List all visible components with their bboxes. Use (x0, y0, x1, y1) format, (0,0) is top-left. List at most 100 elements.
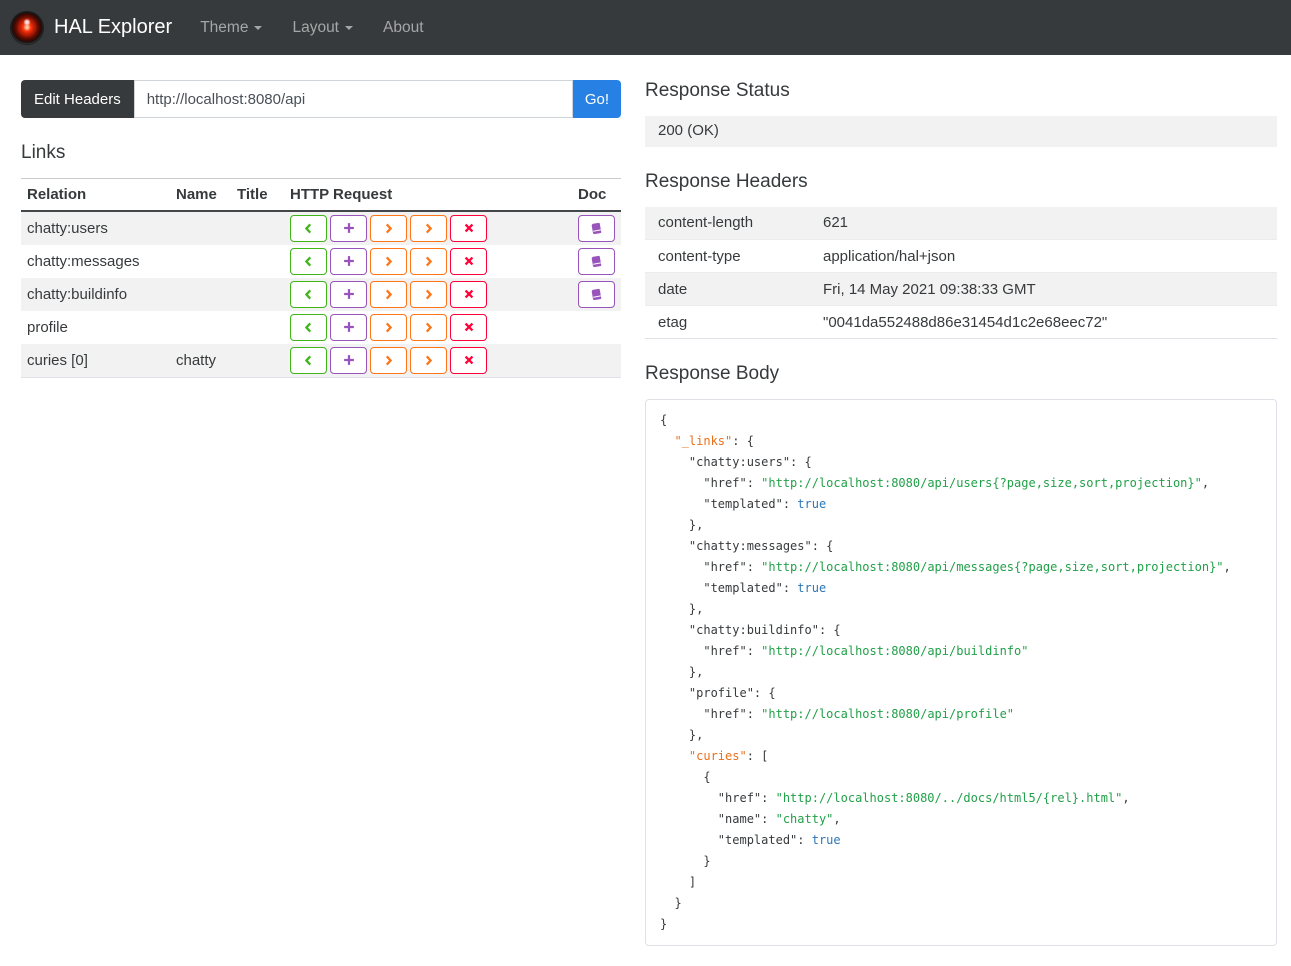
http-delete-button[interactable] (450, 247, 487, 275)
code-line: "templated": true (660, 578, 1268, 599)
code-token: } (660, 853, 711, 868)
doc-button[interactable] (578, 247, 615, 275)
doc-button[interactable] (578, 214, 615, 242)
go-button[interactable]: Go! (572, 80, 621, 118)
http-post-button[interactable] (330, 346, 367, 374)
code-token: true (811, 832, 841, 847)
code-token: } (660, 895, 682, 910)
http-put-button[interactable] (370, 346, 407, 374)
nav-item-about-label: About (383, 18, 424, 36)
response-header-value: Fri, 14 May 2021 09:38:33 GMT (810, 272, 1277, 306)
code-token: "chatty:messages": { (660, 538, 834, 553)
x-icon (464, 322, 474, 332)
nav-item-layout[interactable]: Layout (292, 19, 353, 37)
code-token: "templated": (660, 496, 798, 511)
doc-cell (572, 311, 621, 344)
code-token: "http://localhost:8080/api/users{?page,s… (761, 475, 1202, 490)
nav-item-theme-label: Theme (200, 18, 249, 36)
plus-icon (343, 222, 355, 234)
book-icon (590, 288, 603, 301)
http-get-button[interactable] (290, 214, 327, 242)
code-line: }, (660, 662, 1268, 683)
http-patch-button[interactable] (410, 313, 447, 341)
response-status-value: 200 (OK) (645, 115, 1277, 147)
request-bar: Edit Headers Go! (21, 80, 621, 118)
http-delete-button[interactable] (450, 280, 487, 308)
http-get-button[interactable] (290, 313, 327, 341)
chevron-right-icon (383, 355, 394, 366)
brand-title[interactable]: HAL Explorer (54, 16, 172, 39)
response-header-name: date (645, 272, 810, 306)
column-header-http-request: HTTP Request (284, 177, 572, 212)
http-delete-button[interactable] (450, 313, 487, 341)
book-icon (590, 255, 603, 268)
doc-button[interactable] (578, 280, 615, 308)
http-request-button-group (290, 313, 564, 341)
doc-cell (572, 245, 621, 278)
code-token: , (1223, 559, 1231, 574)
http-get-button[interactable] (290, 280, 327, 308)
chevron-left-icon (303, 322, 314, 333)
http-patch-button[interactable] (410, 280, 447, 308)
code-token: "templated": (660, 580, 798, 595)
main-content: Edit Headers Go! Links Relation Name Tit… (0, 55, 1291, 966)
code-token: : [ (746, 748, 769, 763)
http-put-button[interactable] (370, 280, 407, 308)
http-post-button[interactable] (330, 313, 367, 341)
code-line: "profile": { (660, 683, 1268, 704)
links-section-title: Links (21, 142, 66, 163)
http-request-button-group (290, 346, 564, 374)
http-put-button[interactable] (370, 313, 407, 341)
http-post-button[interactable] (330, 280, 367, 308)
link-name-cell (170, 278, 231, 311)
code-line: "templated": true (660, 494, 1268, 515)
http-post-button[interactable] (330, 214, 367, 242)
column-header-relation: Relation (21, 177, 170, 212)
chevron-right-icon (383, 223, 394, 234)
code-line: "href": "http://localhost:8080/api/build… (660, 641, 1268, 662)
http-put-button[interactable] (370, 247, 407, 275)
code-line: "href": "http://localhost:8080/api/users… (660, 473, 1268, 494)
code-line: { (660, 410, 1268, 431)
chevron-right-icon (423, 322, 434, 333)
code-token: "http://localhost:8080/api/profile" (761, 706, 1015, 721)
code-token: { (660, 412, 668, 427)
http-delete-button[interactable] (450, 214, 487, 242)
plus-icon (343, 288, 355, 300)
http-get-button[interactable] (290, 247, 327, 275)
nav-item-about[interactable]: About (383, 19, 424, 37)
code-token: "chatty" (775, 811, 834, 826)
http-patch-button[interactable] (410, 214, 447, 242)
response-header-name: content-length (658, 214, 754, 232)
http-patch-button[interactable] (410, 247, 447, 275)
code-token: "http://localhost:8080/api/buildinfo" (761, 643, 1029, 658)
http-delete-button[interactable] (450, 346, 487, 374)
code-token: }, (660, 517, 704, 532)
links-table-head: Relation Name Title HTTP Request Doc (21, 177, 621, 212)
x-icon (464, 256, 474, 266)
edit-headers-button[interactable]: Edit Headers (21, 80, 134, 118)
link-relation-cell: chatty:messages (27, 252, 140, 270)
code-token: }, (660, 601, 704, 616)
code-token: "href": (660, 559, 762, 574)
code-token: "http://localhost:8080/../docs/html5/{re… (775, 790, 1123, 805)
code-line: "curies": [ (660, 746, 1268, 767)
nav-item-theme[interactable]: Theme (200, 18, 263, 37)
http-put-button[interactable] (370, 214, 407, 242)
nav-item-layout-label: Layout (292, 18, 339, 36)
link-title-cell (231, 311, 284, 344)
http-request-buttons-cell (284, 278, 572, 311)
http-post-button[interactable] (330, 247, 367, 275)
http-get-button[interactable] (290, 346, 327, 374)
http-patch-button[interactable] (410, 346, 447, 374)
http-request-buttons-cell (284, 245, 572, 278)
url-input[interactable] (133, 80, 573, 118)
response-header-row: content-type application/hal+json (645, 239, 1277, 273)
code-line: "_links": { (660, 431, 1268, 452)
doc-cell (572, 211, 621, 245)
navbar: HAL Explorer Theme Layout About (0, 0, 1291, 55)
code-line: "chatty:buildinfo": { (660, 620, 1268, 641)
chevron-left-icon (303, 256, 314, 267)
link-row: profile (21, 311, 621, 344)
